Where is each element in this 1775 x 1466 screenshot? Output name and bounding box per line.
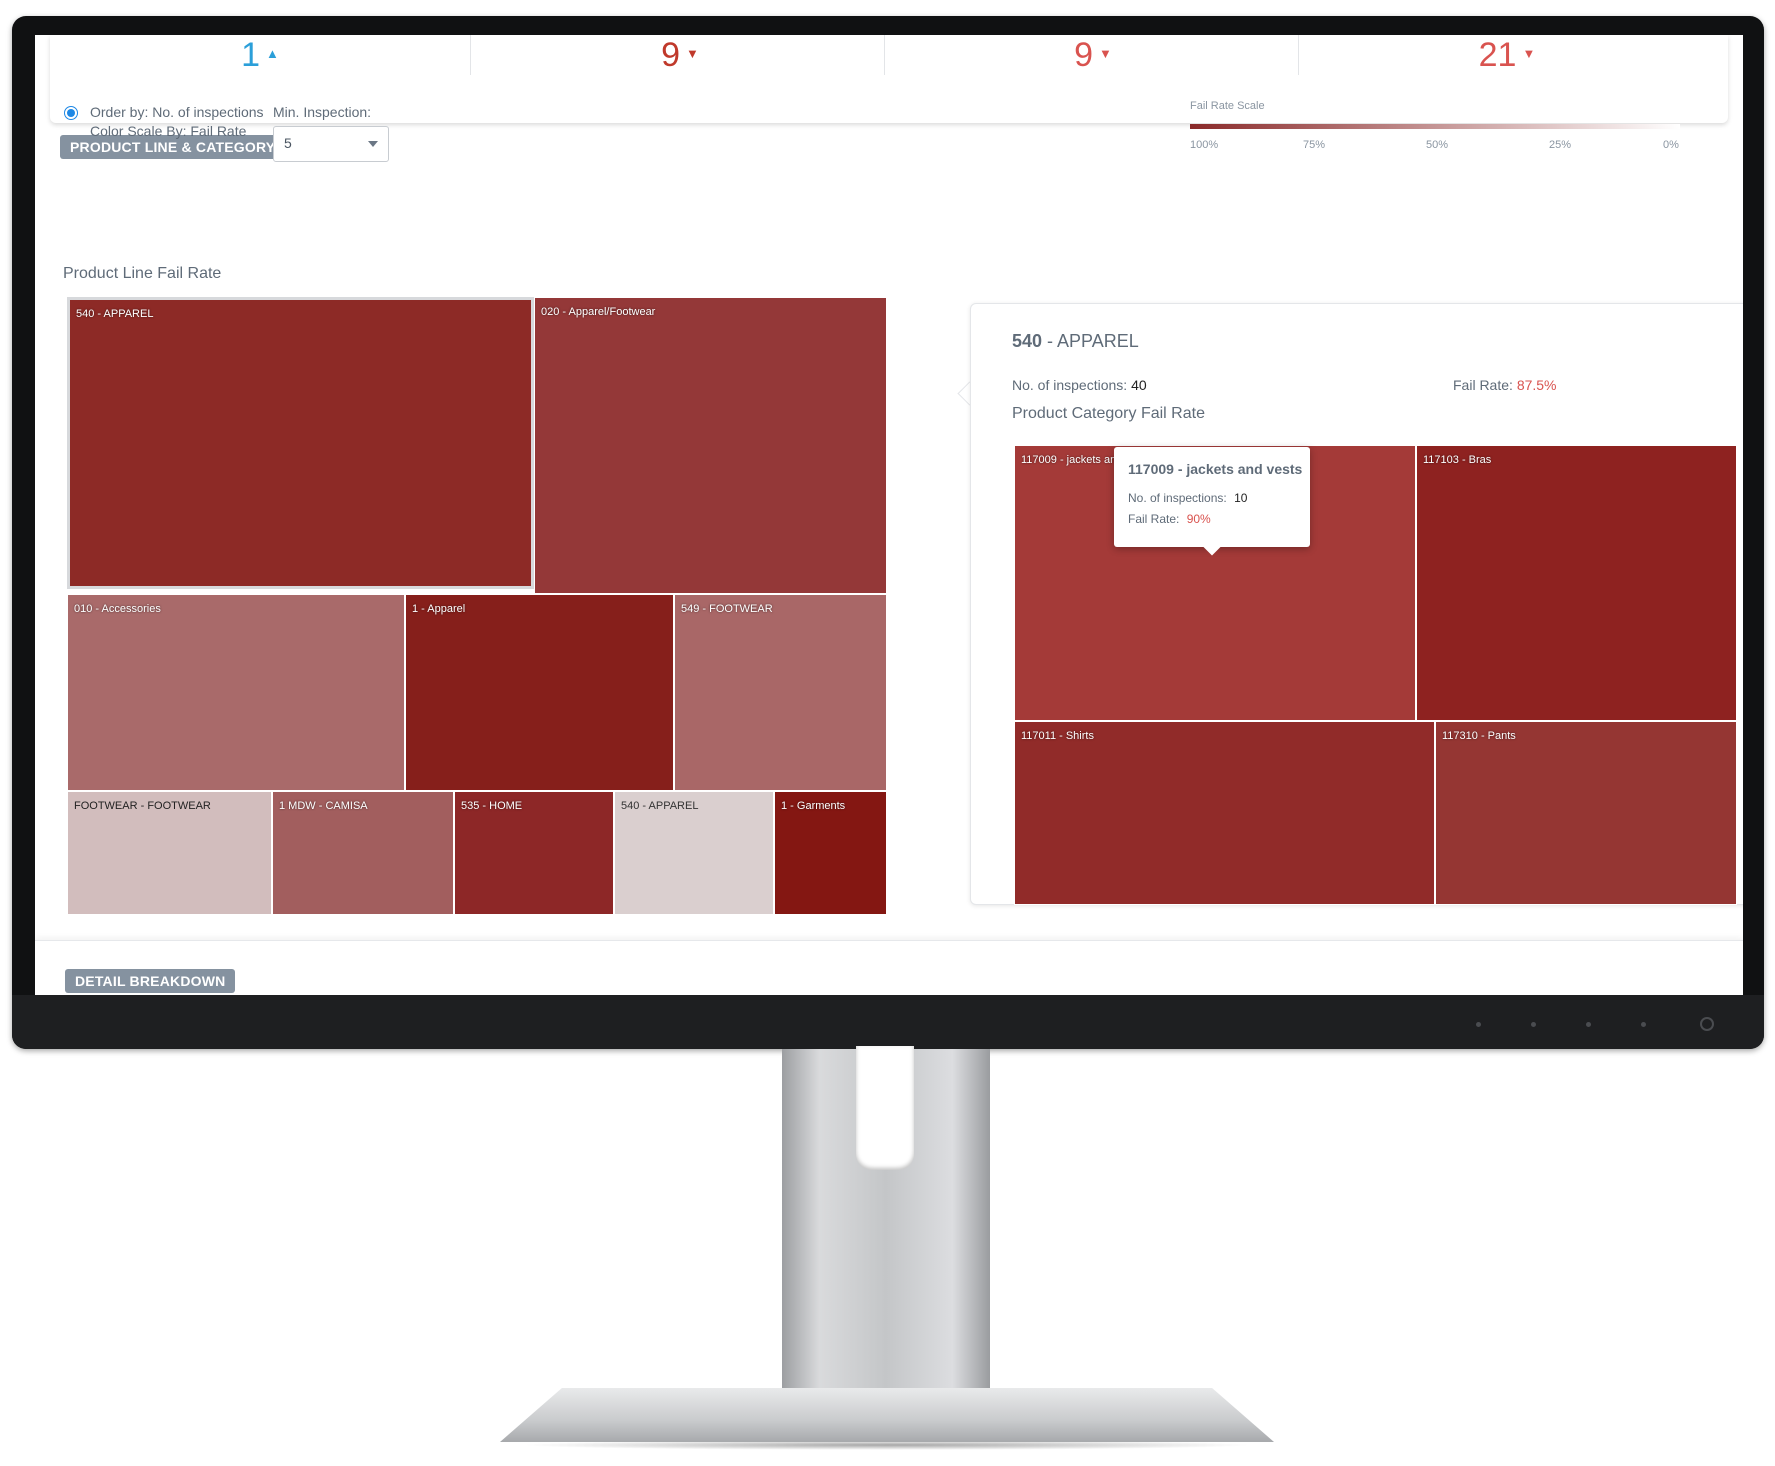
monitor-button-dot — [1586, 1022, 1591, 1027]
tooltip-inspections-value: 10 — [1234, 491, 1248, 505]
min-inspection-value: 5 — [284, 135, 292, 151]
fail-rate-scale-title: Fail Rate Scale — [1190, 100, 1265, 112]
tile-label: 1 - Apparel — [412, 603, 466, 615]
tooltip-title: 117009 - jackets and vests — [1128, 461, 1303, 477]
monitor-button-dot — [1531, 1022, 1536, 1027]
category-tooltip: 117009 - jackets and vests No. of inspec… — [1114, 447, 1310, 547]
treemap-tile-product-line[interactable]: 010 - Accessories — [67, 594, 405, 791]
treemap-tile-product-line[interactable]: 1 - Apparel — [405, 594, 674, 791]
tooltip-fail-rate-value: 90% — [1186, 512, 1211, 526]
detail-inspections: No. of inspections: 40 — [1012, 376, 1147, 395]
tile-label: 117310 - Pants — [1442, 730, 1516, 742]
kpi-2[interactable]: 9 ▼ — [475, 35, 885, 75]
tile-label: 010 - Accessories — [74, 603, 161, 615]
tooltip-fail-rate: Fail Rate: 90% — [1128, 512, 1211, 526]
product-category-title: Product Category Fail Rate — [1012, 405, 1205, 422]
treemap-tile-product-line[interactable]: 549 - FOOTWEAR — [674, 594, 887, 791]
caret-down-icon: ▼ — [1522, 46, 1536, 61]
tile-label: FOOTWEAR - FOOTWEAR — [74, 800, 211, 812]
kpi-value: 9 — [1074, 36, 1094, 74]
monitor-chin — [12, 995, 1764, 1049]
treemap-tile-category[interactable]: 117011 - Shirts — [1014, 721, 1435, 905]
detail-fail-rate: Fail Rate: 87.5% — [1453, 376, 1557, 395]
kpi-4[interactable]: 21 ▼ — [1302, 35, 1712, 75]
tile-label: 540 - APPAREL — [76, 308, 154, 320]
detail-title-code: 540 — [1012, 331, 1043, 351]
caret-down-icon: ▼ — [686, 46, 699, 61]
order-by-label: Order by: No. of inspections — [90, 104, 264, 120]
detail-title-name: - APPAREL — [1042, 331, 1139, 351]
tile-label: 535 - HOME — [461, 800, 523, 812]
treemap-tile-product-line[interactable]: 540 - APPAREL — [67, 297, 534, 589]
treemap-tile-product-line[interactable]: 1 - Garments — [774, 791, 887, 915]
order-by-radio[interactable] — [64, 106, 78, 120]
treemap-tile-product-line[interactable]: FOOTWEAR - FOOTWEAR — [67, 791, 272, 915]
treemap-tile-product-line[interactable]: 1 MDW - CAMISA — [272, 791, 454, 915]
kpi-divider — [884, 35, 885, 75]
color-scale-label: Color Scale By: Fail Rate — [90, 123, 247, 139]
scale-tick: 75% — [1303, 139, 1326, 151]
tile-label: 540 - APPAREL — [621, 800, 699, 812]
kpi-1[interactable]: 1 ▲ — [55, 35, 465, 75]
treemap-tile-category[interactable]: 117310 - Pants — [1435, 721, 1737, 905]
min-inspection-label: Min. Inspection: — [273, 104, 372, 120]
kpi-3[interactable]: 9 ▼ — [888, 35, 1298, 75]
treemap-tile-product-line[interactable]: 535 - HOME — [454, 791, 614, 915]
detail-inspections-value: 40 — [1131, 377, 1147, 393]
tile-label: 020 - Apparel/Footwear — [541, 306, 656, 318]
monitor-stand-cable-hole — [856, 1046, 914, 1170]
fail-rate-scale-bar — [1190, 124, 1680, 129]
detail-title: 540 - APPAREL — [1012, 331, 1139, 352]
tile-label: 549 - FOOTWEAR — [681, 603, 773, 615]
tooltip-inspections-label: No. of inspections: — [1128, 491, 1227, 505]
detail-fail-rate-label: Fail Rate: — [1453, 377, 1513, 393]
kpi-value: 9 — [661, 36, 681, 74]
detail-fail-rate-value: 87.5% — [1516, 377, 1557, 393]
detail-breakdown-panel: DETAIL BREAKDOWN — [35, 940, 1743, 995]
screen: 1 ▲ 9 ▼ 9 ▼ 21 ▼ PRODUCT LINE & CATEGORY SUM… — [35, 35, 1743, 995]
tile-label: 1 MDW - CAMISA — [279, 800, 368, 812]
product-line-title: Product Line Fail Rate — [63, 265, 222, 282]
caret-down-icon: ▼ — [1099, 46, 1112, 61]
kpi-value: 21 — [1478, 36, 1517, 74]
treemap-tile-category[interactable]: 117103 - Bras — [1416, 445, 1737, 721]
monitor-stand-base — [500, 1388, 1274, 1442]
section-label-detail-breakdown: DETAIL BREAKDOWN — [65, 969, 236, 993]
tile-label: 1 - Garments — [781, 800, 846, 812]
tile-label: 117011 - Shirts — [1021, 730, 1094, 742]
chevron-down-icon — [368, 141, 378, 147]
kpi-divider — [470, 35, 471, 75]
scale-tick: 0% — [1663, 139, 1679, 151]
scale-tick: 25% — [1549, 139, 1572, 151]
scale-tick: 50% — [1426, 139, 1449, 151]
kpi-divider — [1298, 35, 1299, 75]
tooltip-inspections: No. of inspections: 10 — [1128, 491, 1247, 505]
monitor-button-dot — [1641, 1022, 1646, 1027]
treemap-tile-product-line[interactable]: 540 - APPAREL — [614, 791, 774, 915]
detail-inspections-label: No. of inspections: — [1012, 377, 1128, 393]
monitor-button-dot — [1476, 1022, 1481, 1027]
treemap-tile-product-line[interactable]: 020 - Apparel/Footwear — [534, 297, 887, 594]
tooltip-fail-rate-label: Fail Rate: — [1128, 512, 1180, 526]
kpi-value: 1 — [241, 36, 261, 74]
power-icon — [1700, 1017, 1714, 1031]
caret-up-icon: ▲ — [266, 46, 279, 61]
scale-tick: 100% — [1190, 139, 1219, 151]
tile-label: 117103 - Bras — [1423, 454, 1492, 466]
min-inspection-select[interactable]: 5 — [273, 126, 389, 162]
